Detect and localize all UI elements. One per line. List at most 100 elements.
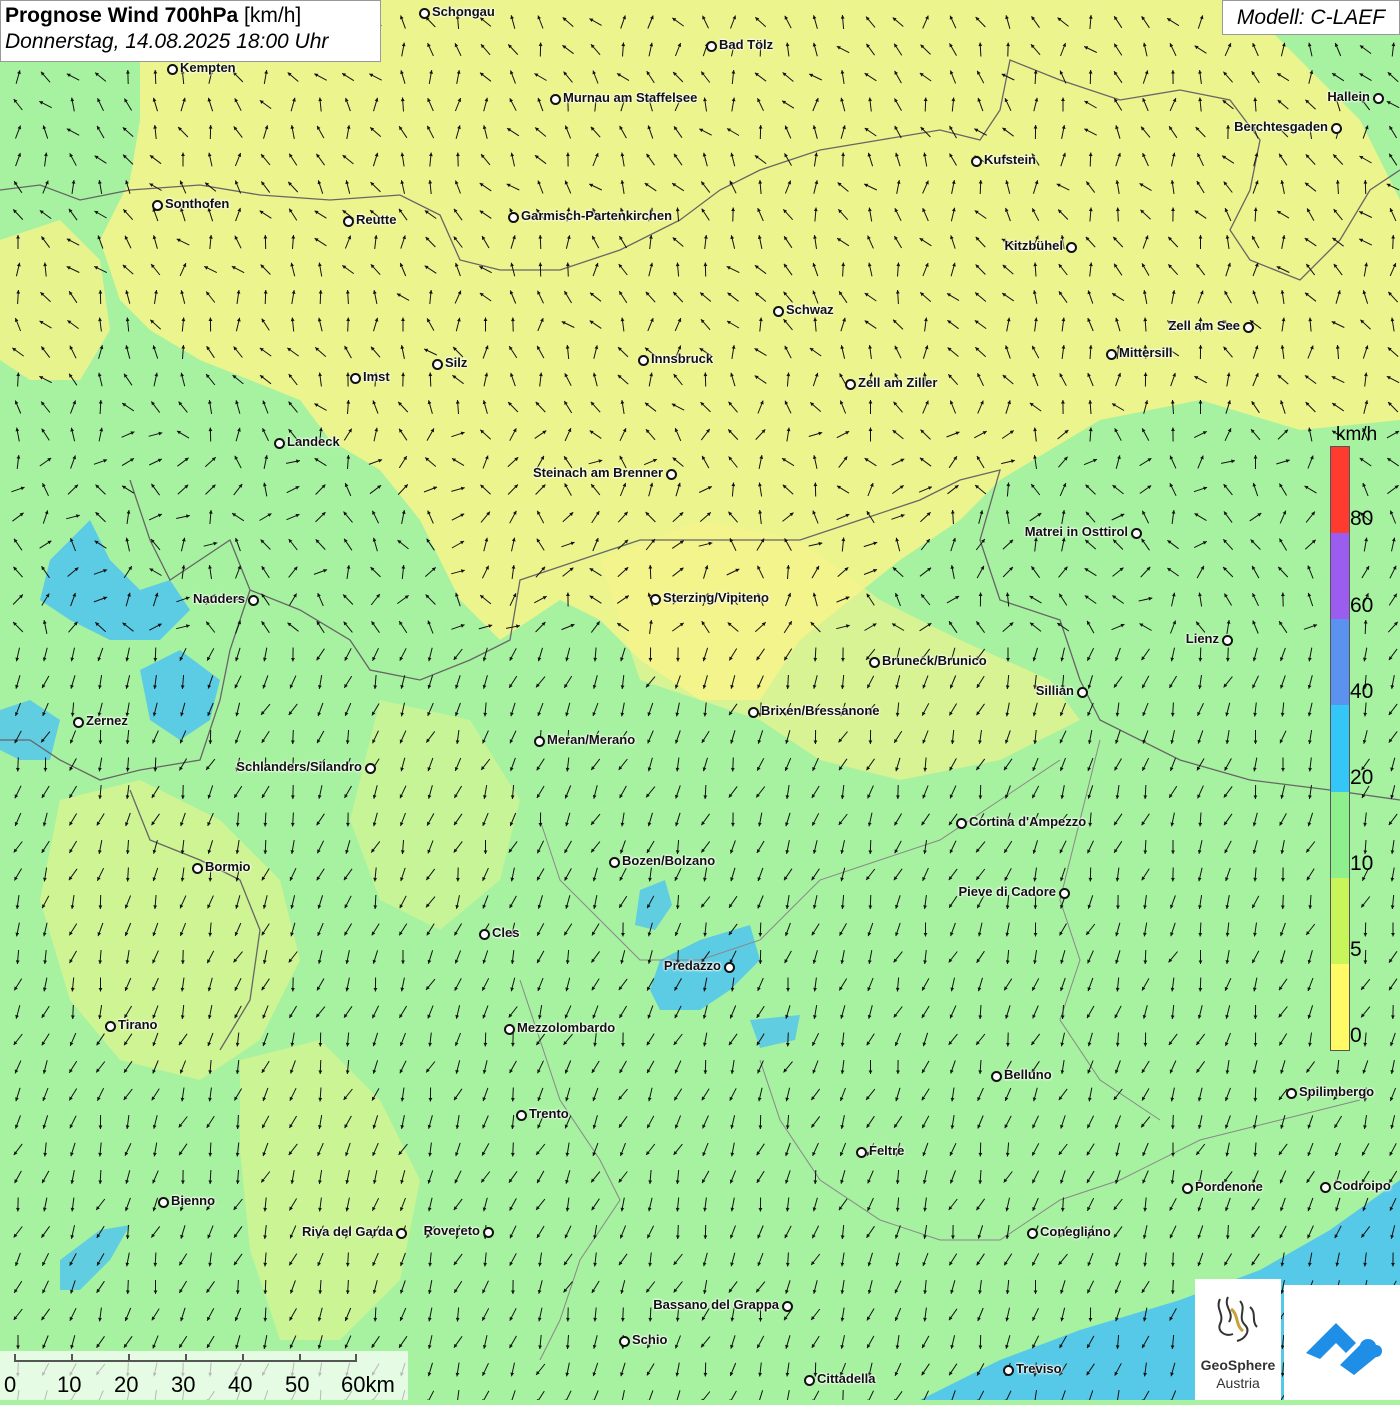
city-marker[interactable] [396, 1228, 407, 1239]
city-marker[interactable] [1027, 1228, 1038, 1239]
legend-segment [1331, 447, 1349, 533]
city-marker[interactable] [1320, 1182, 1331, 1193]
legend-segment [1331, 619, 1349, 705]
city-label: Kempten [180, 60, 236, 75]
city-marker[interactable] [782, 1301, 793, 1312]
city-label: Mittersill [1119, 345, 1172, 360]
city-label: Rovereto [424, 1223, 480, 1238]
city-marker[interactable] [1222, 635, 1233, 646]
legend-tick-label: 0 [1350, 1024, 1362, 1048]
city-label: Reutte [356, 212, 396, 227]
city-marker[interactable] [504, 1024, 515, 1035]
city-marker[interactable] [724, 962, 735, 973]
city-marker[interactable] [1373, 93, 1384, 104]
legend-tick-label: 5 [1350, 938, 1362, 962]
city-marker[interactable] [706, 41, 717, 52]
city-marker[interactable] [152, 200, 163, 211]
city-label: Schongau [432, 4, 495, 19]
city-marker[interactable] [508, 212, 519, 223]
city-label: Matrei in Osttirol [1025, 524, 1128, 539]
scale-bar: 0102030405060km [0, 1351, 408, 1400]
map-title: Prognose Wind 700hPa [km/h] [5, 4, 376, 28]
city-marker[interactable] [350, 373, 361, 384]
legend-segment [1331, 533, 1349, 619]
city-marker[interactable] [73, 717, 84, 728]
city-marker[interactable] [991, 1071, 1002, 1082]
legend-segment [1331, 792, 1349, 878]
city-label: Cittadella [817, 1371, 876, 1386]
city-marker[interactable] [1131, 528, 1142, 539]
city-marker[interactable] [432, 359, 443, 370]
city-marker[interactable] [192, 863, 203, 874]
mountain-cloud-icon [1284, 1285, 1400, 1400]
city-marker[interactable] [856, 1147, 867, 1158]
city-marker[interactable] [971, 156, 982, 167]
city-marker[interactable] [609, 857, 620, 868]
city-marker[interactable] [167, 64, 178, 75]
city-marker[interactable] [650, 594, 661, 605]
city-marker[interactable] [479, 929, 490, 940]
city-marker[interactable] [534, 736, 545, 747]
city-label: Bruneck/Brunico [882, 653, 987, 668]
app-logo[interactable] [1284, 1285, 1400, 1400]
city-marker[interactable] [105, 1021, 116, 1032]
scale-label: 60km [341, 1372, 395, 1398]
city-marker[interactable] [1182, 1183, 1193, 1194]
forecast-datetime: Donnerstag, 14.08.2025 18:00 Uhr [5, 30, 376, 54]
scale-tick [14, 1354, 16, 1362]
city-label: Lienz [1186, 631, 1219, 646]
city-marker[interactable] [666, 469, 677, 480]
city-label: Steinach am Brenner [533, 465, 663, 480]
scale-tick [71, 1354, 73, 1362]
city-label: Conegliano [1040, 1224, 1111, 1239]
city-label: Hallein [1327, 89, 1370, 104]
city-marker[interactable] [1106, 349, 1117, 360]
city-marker[interactable] [1059, 888, 1070, 899]
city-marker[interactable] [483, 1227, 494, 1238]
city-marker[interactable] [869, 657, 880, 668]
city-marker[interactable] [343, 216, 354, 227]
city-marker[interactable] [956, 818, 967, 829]
scale-label: 40 [228, 1372, 252, 1398]
city-label: Sterzing/Vipiteno [663, 590, 769, 605]
city-marker[interactable] [419, 8, 430, 19]
city-marker[interactable] [1243, 322, 1254, 333]
city-marker[interactable] [1066, 242, 1077, 253]
city-marker[interactable] [748, 707, 759, 718]
city-marker[interactable] [274, 438, 285, 449]
city-marker[interactable] [1003, 1365, 1014, 1376]
city-label: Cles [492, 925, 519, 940]
city-label: Spilimbergo [1299, 1084, 1374, 1099]
city-label: Schwaz [786, 302, 834, 317]
city-marker[interactable] [1286, 1088, 1297, 1099]
city-marker[interactable] [845, 379, 856, 390]
city-marker[interactable] [158, 1197, 169, 1208]
city-label: Brixen/Bressanone [761, 703, 880, 718]
legend-segment [1331, 705, 1349, 791]
legend-tick-label: 60 [1350, 594, 1373, 618]
geosphere-logo[interactable]: GeoSphere Austria [1195, 1279, 1281, 1400]
city-label: Riva del Garda [302, 1224, 393, 1239]
city-label: Mezzolombardo [517, 1020, 615, 1035]
city-marker[interactable] [638, 355, 649, 366]
city-marker[interactable] [516, 1110, 527, 1121]
city-marker[interactable] [550, 94, 561, 105]
city-label: Silz [445, 355, 467, 370]
legend-tick-label: 40 [1350, 680, 1373, 704]
logo-text-line1: GeoSphere [1195, 1357, 1281, 1373]
title-unit: [km/h] [244, 4, 301, 27]
scale-label: 30 [171, 1372, 195, 1398]
city-marker[interactable] [1331, 123, 1342, 134]
scale-tick [242, 1354, 244, 1362]
city-marker[interactable] [365, 763, 376, 774]
city-marker[interactable] [619, 1336, 630, 1347]
city-label: Bormio [205, 859, 251, 874]
legend-color-bar [1330, 446, 1350, 1051]
city-label: Sillian [1036, 683, 1074, 698]
city-marker[interactable] [804, 1375, 815, 1386]
city-marker[interactable] [773, 306, 784, 317]
city-marker[interactable] [1077, 687, 1088, 698]
legend-unit: km/h [1336, 424, 1377, 446]
city-label: Schio [632, 1332, 667, 1347]
city-marker[interactable] [248, 595, 259, 606]
